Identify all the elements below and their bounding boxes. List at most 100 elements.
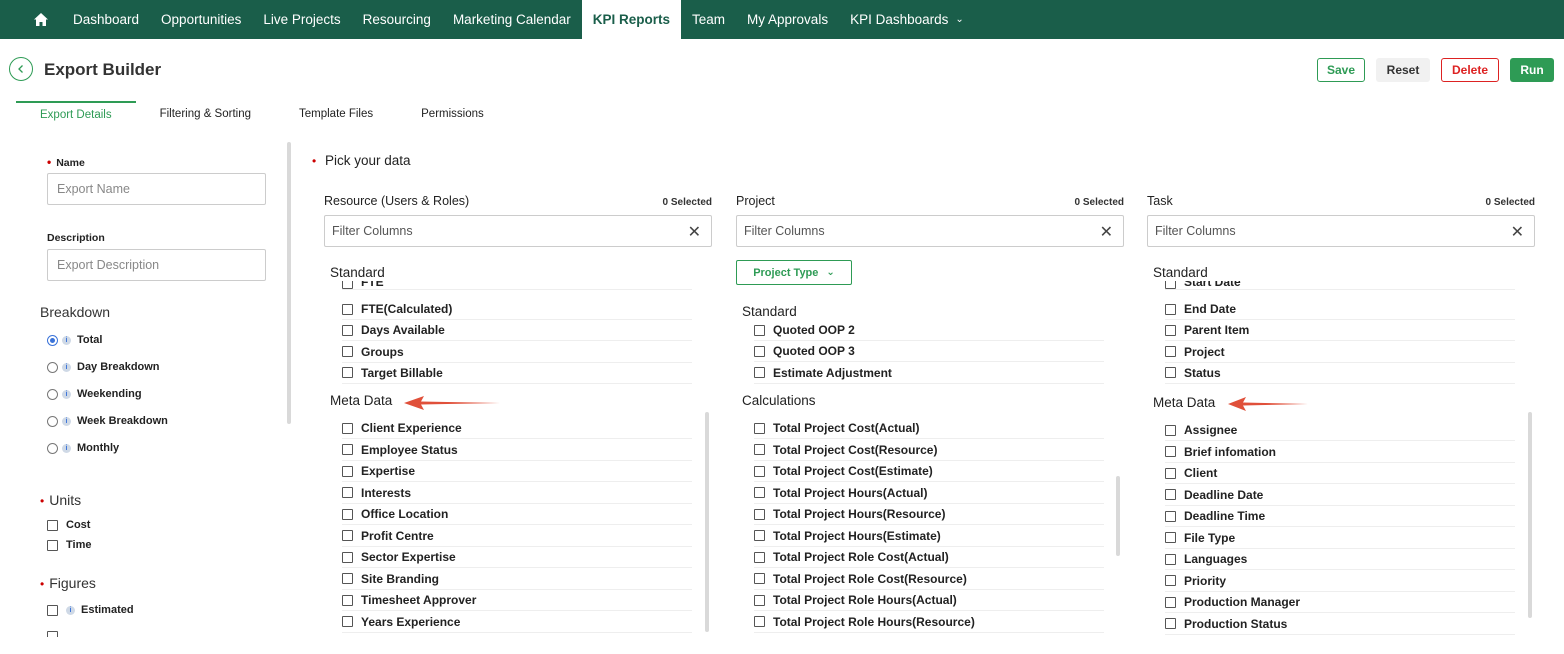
checkbox-icon[interactable] xyxy=(342,530,353,541)
column-option[interactable]: Total Project Role Cost(Actual) xyxy=(754,547,1104,568)
checkbox-icon[interactable] xyxy=(754,508,765,520)
filter-columns-input[interactable]: Filter Columns ✕ xyxy=(736,215,1124,247)
scrollbar[interactable] xyxy=(705,412,709,632)
nav-dashboard[interactable]: Dashboard xyxy=(62,0,150,39)
run-button[interactable]: Run xyxy=(1510,58,1554,82)
nav-my-approvals[interactable]: My Approvals xyxy=(736,0,839,39)
filter-columns-input[interactable]: Filter Columns ✕ xyxy=(1147,215,1535,247)
checkbox-icon[interactable] xyxy=(342,465,353,477)
nav-kpi-dashboards[interactable]: KPI Dashboards ⌄ xyxy=(839,0,975,39)
column-option[interactable]: Total Project Hours(Estimate) xyxy=(754,526,1104,547)
checkbox-icon[interactable] xyxy=(342,324,353,336)
column-option[interactable]: Assignee xyxy=(1165,420,1515,441)
checkbox-icon[interactable] xyxy=(754,367,765,379)
breakdown-option[interactable]: i Weekending xyxy=(47,388,142,400)
column-option[interactable]: FTE(Calculated) xyxy=(342,299,692,320)
info-icon[interactable]: i xyxy=(62,443,71,453)
checkbox-icon[interactable] xyxy=(1165,446,1176,457)
back-button[interactable] xyxy=(9,57,33,81)
column-option[interactable]: Employee Status xyxy=(342,440,692,461)
checkbox-icon[interactable] xyxy=(754,444,765,455)
units-time-checkbox[interactable]: Time xyxy=(47,539,91,551)
info-icon[interactable]: i xyxy=(62,389,71,399)
column-option[interactable]: End Date xyxy=(1165,299,1515,320)
close-icon[interactable]: ✕ xyxy=(688,222,701,242)
nav-team[interactable]: Team xyxy=(681,0,736,39)
checkbox-icon[interactable] xyxy=(1165,303,1176,315)
checkbox-icon[interactable] xyxy=(342,281,353,289)
column-option[interactable]: Office Location xyxy=(342,504,692,525)
checkbox-icon[interactable] xyxy=(342,367,353,379)
column-option[interactable]: Interests xyxy=(342,483,692,504)
checkbox-icon[interactable] xyxy=(1165,618,1176,629)
checkbox-icon[interactable] xyxy=(754,616,765,627)
column-option[interactable]: Quoted OOP 2 xyxy=(754,320,1104,341)
checkbox-icon[interactable] xyxy=(342,422,353,434)
checkbox-icon[interactable] xyxy=(754,551,765,563)
radio-button[interactable] xyxy=(47,361,58,373)
checkbox-icon[interactable] xyxy=(342,616,353,627)
save-button[interactable]: Save xyxy=(1317,58,1365,82)
column-option[interactable]: Days Available xyxy=(342,320,692,342)
delete-button[interactable]: Delete xyxy=(1441,58,1499,82)
info-icon[interactable]: i xyxy=(66,605,75,615)
checkbox-icon[interactable] xyxy=(1165,367,1176,379)
checkbox-icon[interactable] xyxy=(754,422,765,434)
checkbox-icon[interactable] xyxy=(342,551,353,563)
checkbox-icon[interactable] xyxy=(47,631,58,637)
column-option[interactable]: Priority xyxy=(1165,571,1515,592)
checkbox-icon[interactable] xyxy=(342,346,353,358)
breakdown-option[interactable]: i Week Breakdown xyxy=(47,415,168,427)
column-option[interactable]: Total Project Cost(Estimate) xyxy=(754,461,1104,482)
tab-template-files[interactable]: Template Files xyxy=(275,101,397,127)
column-option[interactable]: Total Project Role Cost(Resource) xyxy=(754,569,1104,590)
column-option[interactable]: Project xyxy=(1165,342,1515,363)
radio-button[interactable] xyxy=(47,388,58,400)
info-icon[interactable]: i xyxy=(62,362,71,372)
column-option[interactable]: Timesheet Approver xyxy=(342,590,692,611)
checkbox-icon[interactable] xyxy=(754,465,765,477)
scrollbar[interactable] xyxy=(1528,412,1532,618)
project-type-dropdown[interactable]: Project Type ⌄ xyxy=(736,260,852,285)
checkbox-icon[interactable] xyxy=(1165,553,1176,565)
checkbox-icon[interactable] xyxy=(754,530,765,541)
column-option[interactable]: Deadline Date xyxy=(1165,485,1515,506)
column-option[interactable]: File Type xyxy=(1165,528,1515,549)
tab-filtering-sorting[interactable]: Filtering & Sorting xyxy=(136,101,275,127)
column-option[interactable]: Client xyxy=(1165,463,1515,484)
column-option[interactable]: Brief infomation xyxy=(1165,442,1515,463)
radio-button[interactable] xyxy=(47,442,58,454)
column-option[interactable]: Client Experience xyxy=(342,418,692,439)
checkbox-icon[interactable] xyxy=(1165,596,1176,608)
checkbox-icon[interactable] xyxy=(1165,575,1176,586)
column-option[interactable]: Production Manager xyxy=(1165,592,1515,613)
checkbox-icon[interactable] xyxy=(1165,489,1176,500)
checkbox-icon[interactable] xyxy=(1165,510,1176,522)
info-icon[interactable]: i xyxy=(62,335,71,345)
checkbox-icon[interactable] xyxy=(342,594,353,606)
column-option[interactable]: Parent Item xyxy=(1165,320,1515,342)
nav-opportunities[interactable]: Opportunities xyxy=(150,0,252,39)
column-option[interactable]: Profit Centre xyxy=(342,526,692,547)
column-option[interactable]: Years Experience xyxy=(342,612,692,633)
export-description-input[interactable]: Export Description xyxy=(47,249,266,281)
home-icon[interactable] xyxy=(26,0,56,39)
checkbox-icon[interactable] xyxy=(1165,467,1176,479)
column-option[interactable]: Status xyxy=(1165,363,1515,384)
column-option[interactable]: Total Project Hours(Actual) xyxy=(754,483,1104,504)
units-cost-checkbox[interactable]: Cost xyxy=(47,519,90,531)
breakdown-option[interactable]: i Total xyxy=(47,334,102,346)
close-icon[interactable]: ✕ xyxy=(1100,222,1113,242)
checkbox-icon[interactable] xyxy=(1165,324,1176,336)
export-name-input[interactable]: Export Name xyxy=(47,173,266,205)
column-option[interactable]: Total Project Cost(Resource) xyxy=(754,440,1104,461)
checkbox-icon[interactable] xyxy=(342,444,353,455)
info-icon[interactable]: i xyxy=(62,416,71,426)
column-option[interactable]: Target Billable xyxy=(342,363,692,384)
checkbox-icon[interactable] xyxy=(342,508,353,520)
column-option[interactable]: Total Project Role Hours(Actual) xyxy=(754,590,1104,611)
checkbox-icon[interactable] xyxy=(754,594,765,606)
column-option[interactable]: Groups xyxy=(342,342,692,363)
breakdown-option[interactable]: i Monthly xyxy=(47,442,119,454)
column-option[interactable]: Site Branding xyxy=(342,569,692,590)
